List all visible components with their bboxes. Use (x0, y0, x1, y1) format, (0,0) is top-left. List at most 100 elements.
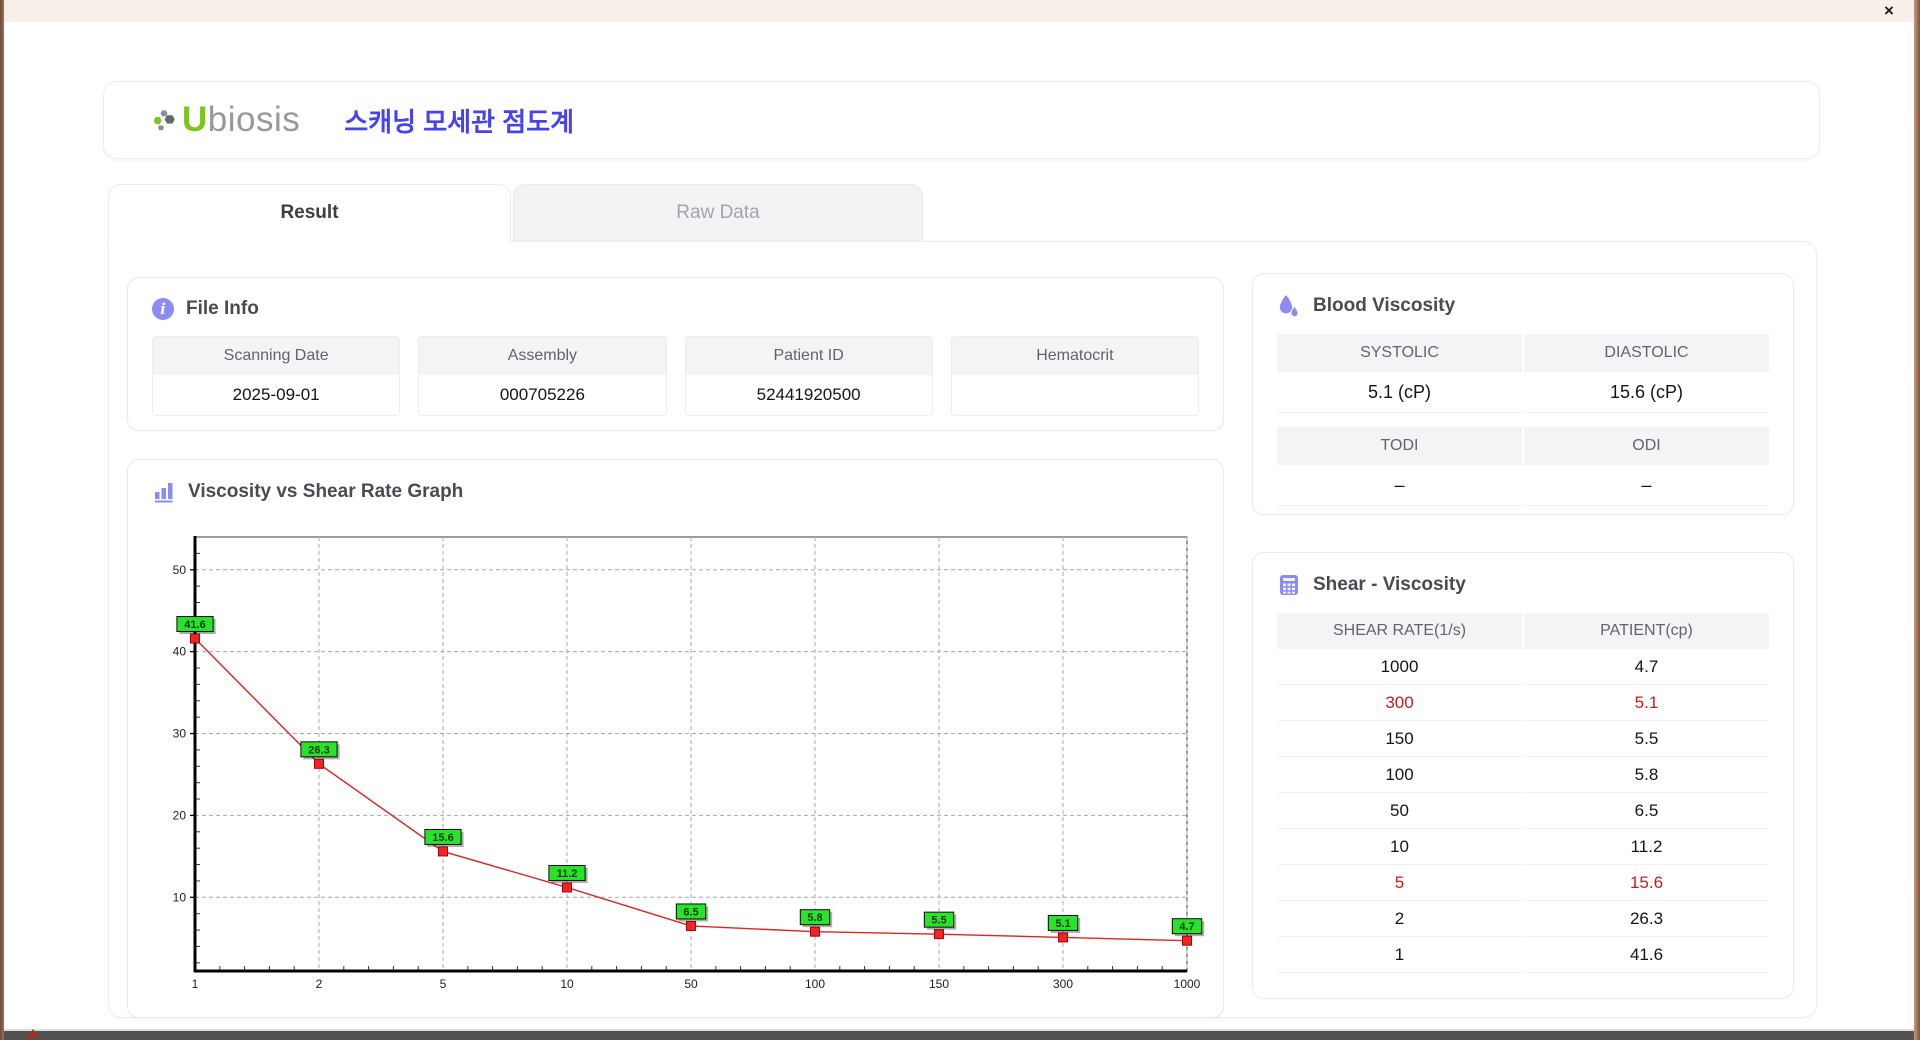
shear-viscosity-table: SHEAR RATE(1/s) PATIENT(cp) 1000 4.7 300… (1277, 613, 1769, 973)
shear-rate-cell: 1 (1277, 937, 1522, 973)
bv-header-row: SYSTOLIC DIASTOLIC (1277, 334, 1769, 372)
x-axis-tick-label: 1000 (1174, 977, 1201, 991)
y-axis-tick-label: 50 (173, 563, 187, 577)
y-axis-tick-label: 30 (173, 727, 187, 741)
table-row: 100 5.8 (1277, 757, 1769, 793)
patient-column-header: PATIENT(cp) (1524, 613, 1769, 649)
data-point-marker (810, 926, 820, 937)
x-axis-tick-label: 150 (929, 977, 949, 991)
data-point-marker (190, 633, 200, 644)
viscosity-graph-card: Viscosity vs Shear Rate Graph 10 20 30 40 50… (127, 459, 1224, 1018)
window-frame-bottom (0, 1029, 1920, 1040)
bv-value-row: – – (1277, 465, 1769, 506)
result-panel: i File Info Scanning Date 2025-09-01 Ass… (108, 241, 1817, 1018)
bv-header-row: TODI ODI (1277, 427, 1769, 465)
shear-rate-cell: 10 (1277, 829, 1522, 865)
shear-rate-cell: 1000 (1277, 649, 1522, 685)
field-label: Hematocrit (951, 337, 1198, 375)
x-axis-tick-label: 300 (1053, 977, 1073, 991)
table-row: 300 5.1 (1277, 685, 1769, 721)
patient-cell: 11.2 (1524, 829, 1769, 865)
field-value: 000705226 (419, 375, 666, 415)
data-point-marker (1058, 932, 1068, 943)
y-axis-tick-label: 10 (173, 890, 187, 904)
brand-first-letter: U (182, 100, 208, 139)
patient-cell: 15.6 (1524, 865, 1769, 901)
page-title: 스캐닝 모세관 점도계 (344, 106, 574, 137)
bv-header-cell: TODI (1277, 427, 1522, 465)
shear-viscosity-card: Shear - Viscosity SHEAR RATE(1/s) PATIEN… (1252, 552, 1794, 999)
data-point-marker (562, 882, 572, 893)
patient-cell: 41.6 (1524, 937, 1769, 973)
bv-value-row: 5.1 (cP) 15.6 (cP) (1277, 372, 1769, 413)
data-point-label: 41.6 (184, 619, 205, 631)
shear-rate-cell: 150 (1277, 721, 1522, 757)
data-point-marker (1182, 935, 1192, 946)
header-card: Ubiosis 스캐닝 모세관 점도계 (103, 81, 1820, 159)
bv-value-cell: – (1524, 465, 1769, 506)
shear-rate-cell: 2 (1277, 901, 1522, 937)
brand-text: Ubiosis (182, 100, 300, 140)
data-point-label: 15.6 (432, 832, 453, 844)
table-row: 5 15.6 (1277, 865, 1769, 901)
field-label: Assembly (419, 337, 666, 375)
tab-result[interactable]: Result (108, 184, 511, 242)
table-row: 2 26.3 (1277, 901, 1769, 937)
table-row: 1 41.6 (1277, 937, 1769, 973)
shear-viscosity-title: Shear - Viscosity (1313, 574, 1466, 595)
file-info-card: i File Info Scanning Date 2025-09-01 Ass… (127, 277, 1224, 431)
data-point-label: 5.8 (807, 912, 822, 924)
x-axis-tick-label: 10 (560, 977, 574, 991)
patient-cell: 5.1 (1524, 685, 1769, 721)
table-row: 10 11.2 (1277, 829, 1769, 865)
field-value: 52441920500 (685, 375, 932, 415)
window-frame-left (0, 0, 4, 1040)
x-axis-tick-label: 100 (805, 977, 825, 991)
data-point-label: 5.1 (1055, 918, 1070, 930)
data-point-marker (934, 929, 944, 940)
bv-header-cell: ODI (1524, 427, 1769, 465)
patient-cell: 26.3 (1524, 901, 1769, 937)
x-axis-tick-label: 1 (192, 977, 199, 991)
field-label: Patient ID (685, 337, 932, 375)
info-icon: i (152, 298, 174, 320)
data-point-label: 11.2 (557, 868, 578, 880)
y-axis-tick-label: 20 (173, 808, 187, 822)
file-info-fields: Scanning Date 2025-09-01 Assembly 000705… (152, 336, 1199, 416)
shear-rate-cell: 300 (1277, 685, 1522, 721)
tab-raw-data[interactable]: Raw Data (513, 184, 923, 242)
patient-cell: 5.5 (1524, 721, 1769, 757)
table-row: 1000 4.7 (1277, 649, 1769, 685)
shear-rate-cell: 50 (1277, 793, 1522, 829)
shear-rate-cell: 100 (1277, 757, 1522, 793)
field-value (951, 375, 1198, 415)
data-point-label: 26.3 (308, 744, 329, 756)
data-point-marker (314, 758, 324, 769)
patient-cell: 4.7 (1524, 649, 1769, 685)
table-row: 150 5.5 (1277, 721, 1769, 757)
brand-rest: biosis (207, 100, 301, 139)
y-axis-tick-label: 40 (173, 645, 187, 659)
calculator-icon (1280, 575, 1298, 595)
data-point-label: 6.5 (683, 906, 698, 918)
droplets-icon (1279, 295, 1298, 317)
blood-viscosity-table: SYSTOLIC DIASTOLIC 5.1 (cP) 15.6 (cP) TO… (1277, 334, 1769, 506)
data-point-label: 5.5 (931, 915, 946, 927)
viscosity-chart: 10 20 30 40 50 1 2 5 10 50 100 150 300 1000 41.6 26.3 15… (173, 536, 1205, 991)
x-axis-tick-label: 2 (316, 977, 323, 991)
data-point-label: 4.7 (1179, 921, 1194, 933)
table-header-row: SHEAR RATE(1/s) PATIENT(cp) (1277, 613, 1769, 649)
field-label: Scanning Date (153, 337, 400, 375)
bv-value-cell: 15.6 (cP) (1524, 372, 1769, 413)
data-point-marker (438, 846, 448, 857)
file-info-field: Patient ID 52441920500 (684, 336, 933, 416)
bv-header-cell: SYSTOLIC (1277, 334, 1522, 372)
shear-rate-column-header: SHEAR RATE(1/s) (1277, 613, 1522, 649)
close-icon[interactable]: × (1878, 1, 1900, 21)
file-info-field: Scanning Date 2025-09-01 (152, 336, 401, 416)
x-axis-tick-label: 50 (684, 977, 698, 991)
hexagon-logo-icon (153, 110, 175, 131)
bv-value-cell: – (1277, 465, 1522, 506)
file-info-field: Hematocrit (950, 336, 1199, 416)
file-info-field: Assembly 000705226 (418, 336, 667, 416)
